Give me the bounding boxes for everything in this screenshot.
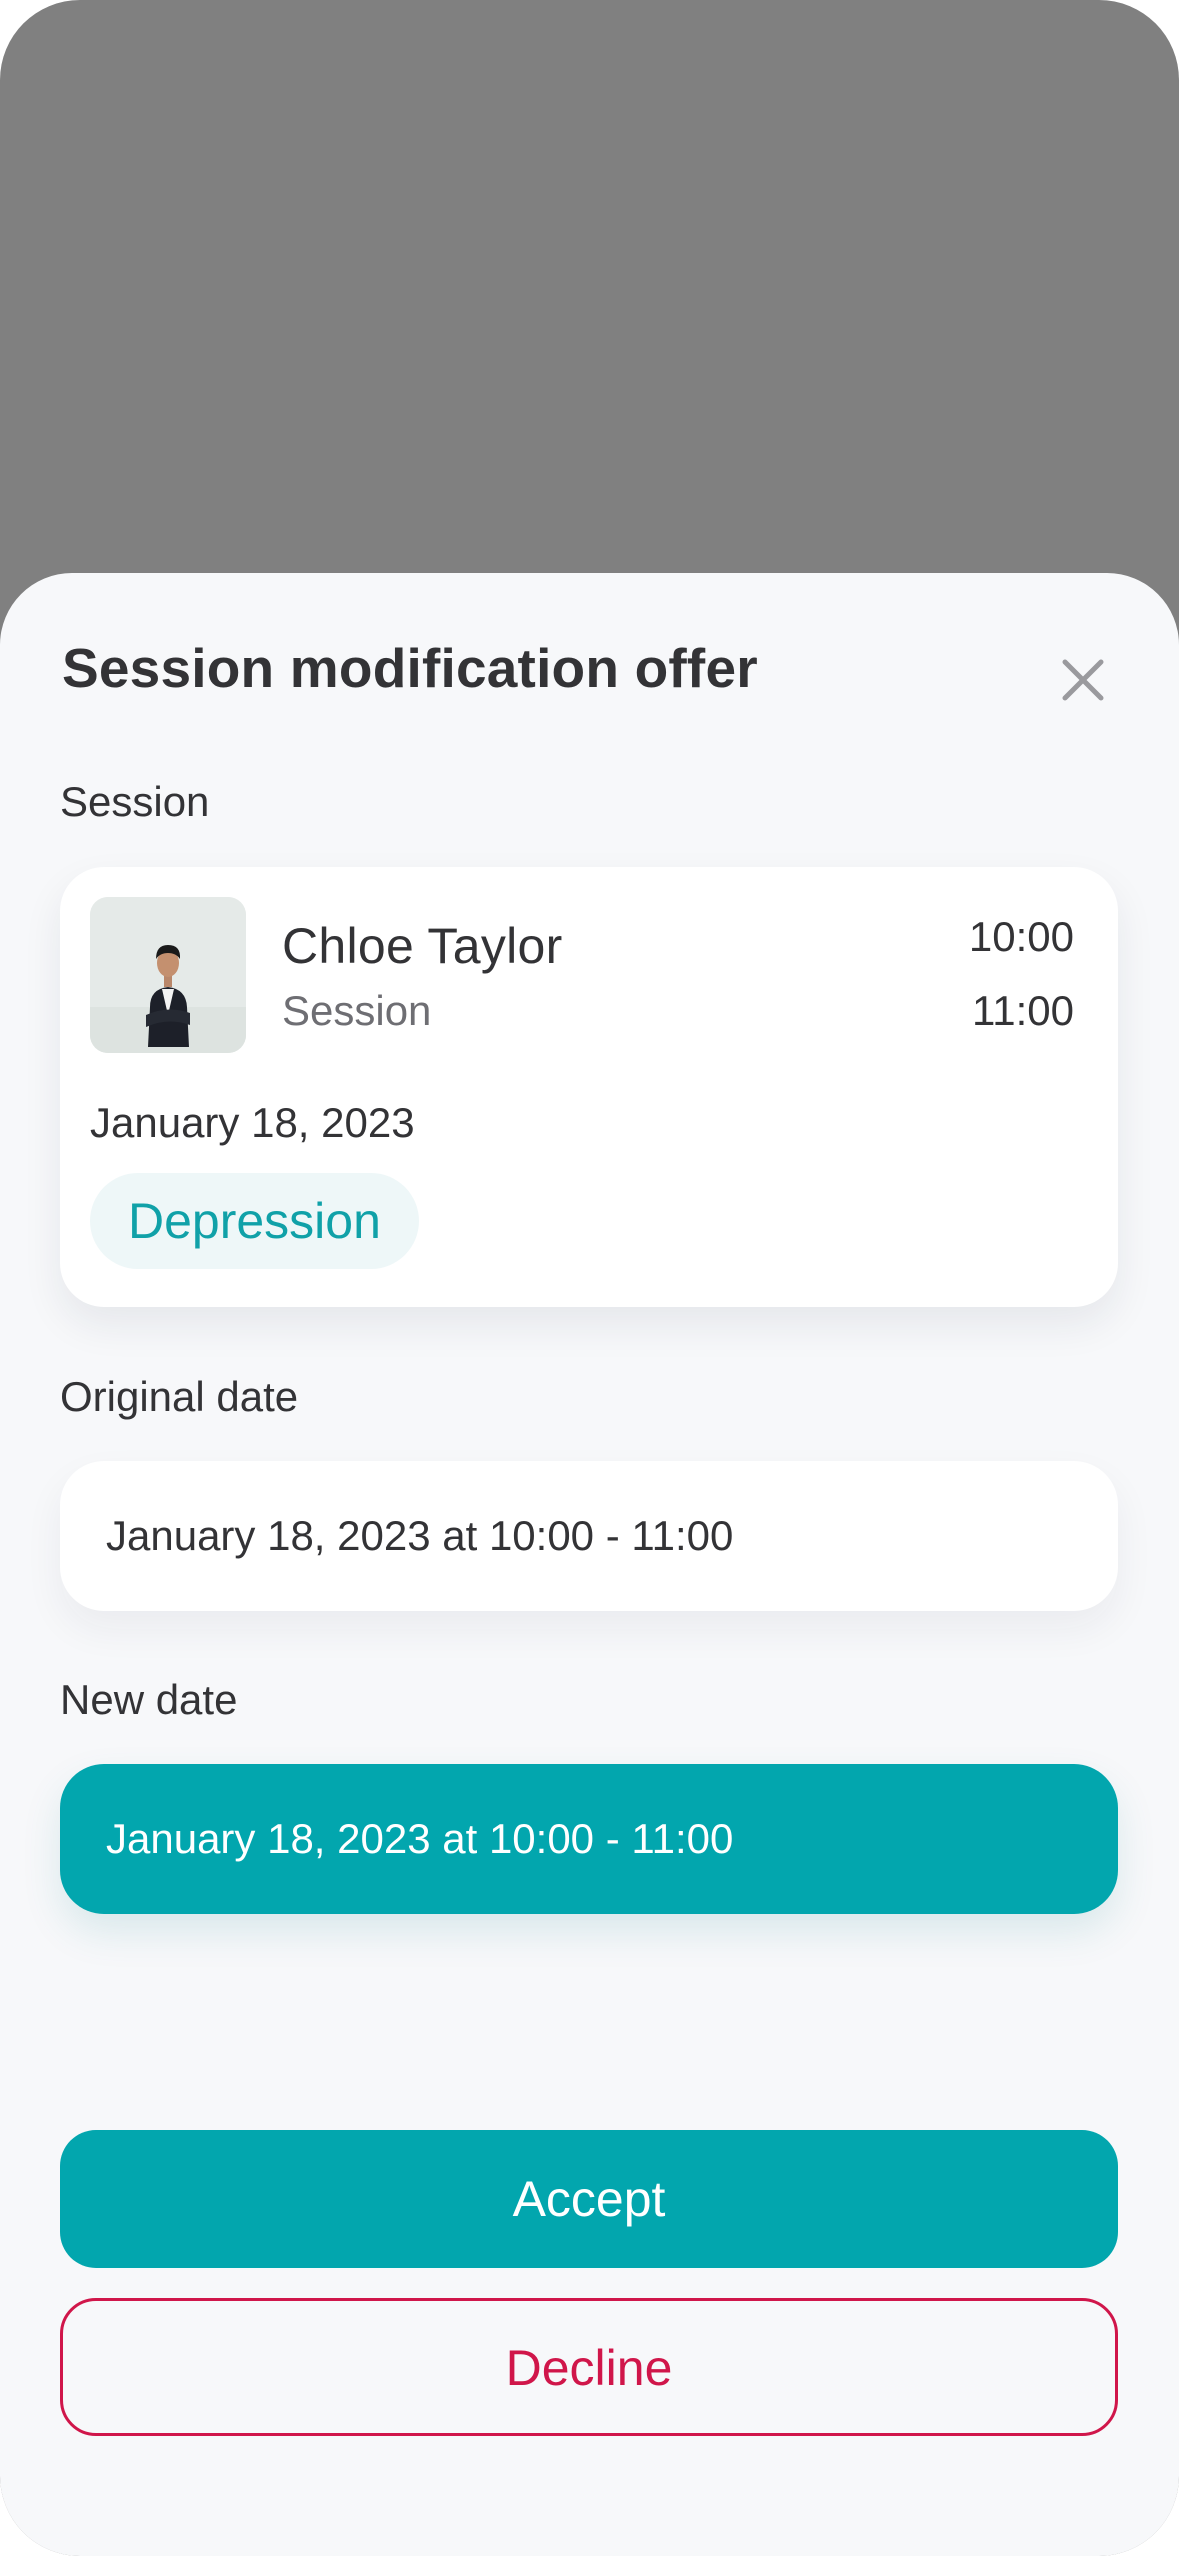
original-date-field: January 18, 2023 at 10:00 - 11:00 (60, 1461, 1118, 1611)
close-icon (1062, 659, 1104, 701)
person-name: Chloe Taylor (282, 918, 563, 974)
avatar (90, 897, 246, 1053)
screen: Session modification offer Session Chloe… (0, 0, 1179, 2556)
accept-button[interactable]: Accept (60, 2130, 1118, 2268)
decline-button[interactable]: Decline (60, 2298, 1118, 2436)
session-date: January 18, 2023 (90, 1099, 415, 1146)
new-date-label: New date (60, 1676, 238, 1723)
session-section-label: Session (60, 778, 210, 825)
start-time: 10:00 (968, 913, 1074, 960)
session-card[interactable]: Chloe Taylor Session 10:00 11:00 January… (60, 867, 1118, 1307)
close-button[interactable] (1052, 649, 1114, 711)
sheet-title: Session modification offer (62, 637, 758, 699)
end-time: 11:00 (972, 987, 1074, 1034)
session-type: Session (282, 987, 432, 1034)
topic-tag: Depression (90, 1173, 419, 1269)
original-date-label: Original date (60, 1373, 299, 1420)
new-date-field[interactable]: January 18, 2023 at 10:00 - 11:00 (60, 1764, 1118, 1914)
